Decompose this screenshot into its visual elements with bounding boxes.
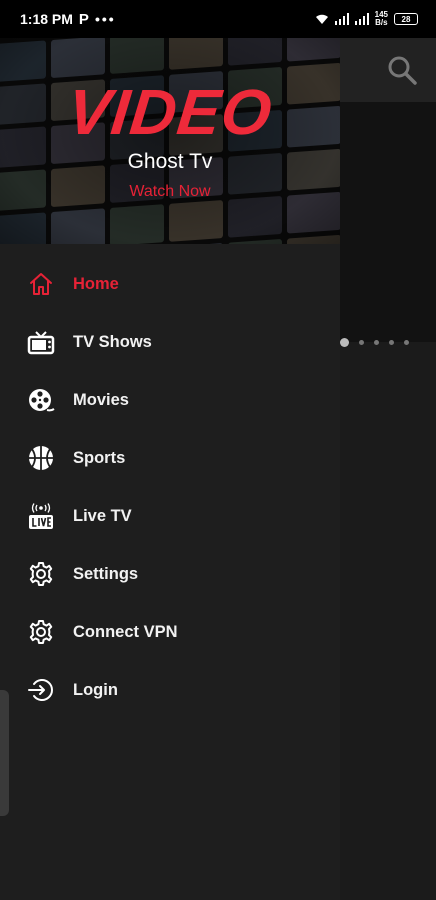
signal-icon <box>334 13 349 25</box>
menu-item-label: Movies <box>73 390 129 409</box>
more-notifications-icon: ••• <box>94 11 116 27</box>
watch-now-link[interactable]: Watch Now <box>0 183 340 201</box>
menu-item-login[interactable]: Login <box>0 661 340 719</box>
page-dot <box>389 340 394 345</box>
film-reel-icon <box>26 385 56 415</box>
menu-item-tv-shows[interactable]: TV Shows <box>0 313 340 371</box>
home-icon <box>26 269 56 299</box>
menu-item-label: Sports <box>73 448 126 467</box>
network-speed-unit: B/s <box>375 18 388 27</box>
menu-item-label: TV Shows <box>73 332 152 351</box>
gear-icon <box>26 559 56 589</box>
menu-item-label: Login <box>73 680 118 699</box>
wifi-icon <box>315 14 328 24</box>
edge-swipe-handle[interactable] <box>0 690 9 816</box>
page-dot <box>404 340 409 345</box>
live-tv-icon <box>26 501 56 531</box>
status-right: 145 B/s 28 <box>315 11 418 27</box>
basketball-icon <box>26 443 56 473</box>
status-bar: 1:18 PM P ••• 145 B/s 28 <box>0 0 436 38</box>
network-speed: 145 B/s <box>375 11 388 27</box>
menu-item-home[interactable]: Home <box>0 255 340 313</box>
menu-item-connect-vpn[interactable]: Connect VPN <box>0 603 340 661</box>
status-left: 1:18 PM P ••• <box>20 11 116 28</box>
app-name: Ghost Tv <box>127 150 213 173</box>
gear-icon <box>26 617 56 647</box>
drawer-header: VIDEO Ghost Tv Watch Now <box>0 38 340 244</box>
menu-item-settings[interactable]: Settings <box>0 545 340 603</box>
page-dot <box>359 340 364 345</box>
battery-icon: 28 <box>394 13 418 25</box>
banner-page-indicator <box>340 338 409 347</box>
drawer-menu: Home TV Shows Movies Sports Live TV Sett… <box>0 255 340 719</box>
menu-item-label: Connect VPN <box>73 622 178 641</box>
signal-icon-2 <box>354 13 369 25</box>
app-logo: VIDEO <box>64 76 276 148</box>
login-icon <box>26 675 56 705</box>
parking-app-indicator-icon: P <box>78 10 89 28</box>
menu-item-label: Settings <box>73 564 139 583</box>
menu-item-live-tv[interactable]: Live TV <box>0 487 340 545</box>
clock: 1:18 PM <box>20 11 73 27</box>
page-dot-active <box>340 338 349 347</box>
tv-icon <box>26 327 56 357</box>
menu-item-sports[interactable]: Sports <box>0 429 340 487</box>
navigation-drawer: VIDEO Ghost Tv Watch Now Home TV Shows M… <box>0 38 340 900</box>
menu-item-label: Home <box>73 274 119 293</box>
menu-item-label: Live TV <box>73 506 132 525</box>
menu-item-movies[interactable]: Movies <box>0 371 340 429</box>
page-dot <box>374 340 379 345</box>
search-icon[interactable] <box>386 54 418 86</box>
